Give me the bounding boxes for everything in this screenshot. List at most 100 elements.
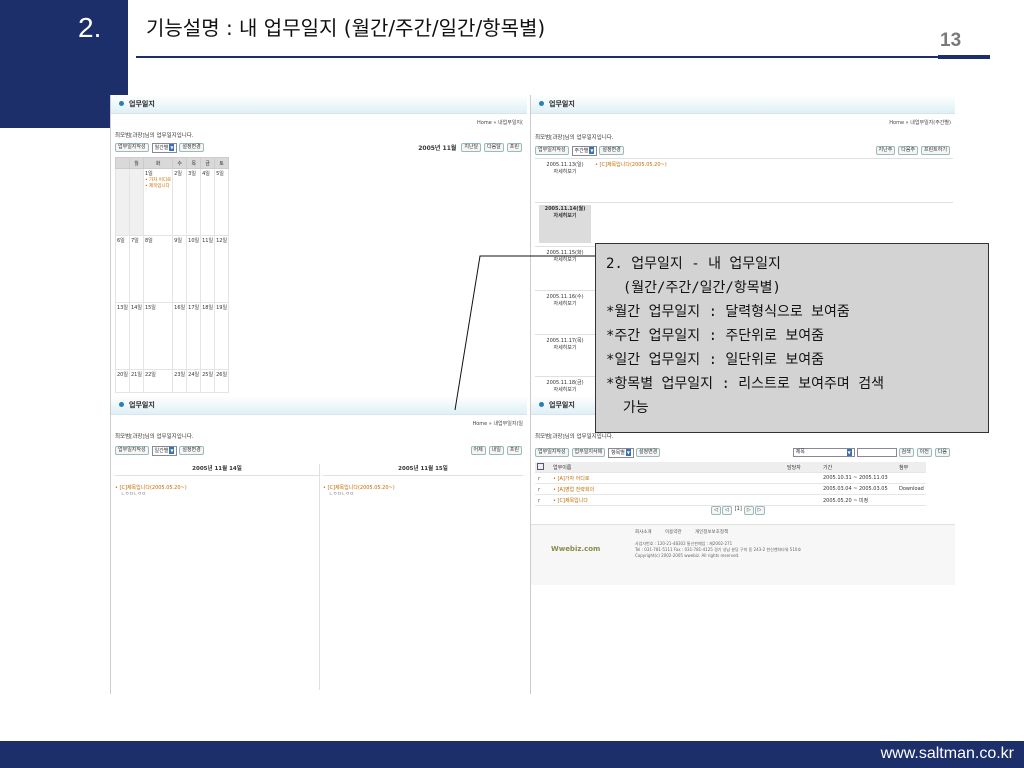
calendar-day <box>128 168 144 236</box>
view-select[interactable]: 항목별 ▼ <box>608 448 634 458</box>
prev-week-button[interactable]: 지난주 <box>875 146 896 155</box>
view-select[interactable]: 주간별 ▼ <box>571 146 598 156</box>
settings-button[interactable]: 설정변경 <box>599 146 624 155</box>
calendar-day[interactable]: 13일 <box>115 302 130 370</box>
calendar-day[interactable]: 3일 <box>186 168 202 236</box>
print-button[interactable]: 프린 <box>506 446 522 455</box>
item-name[interactable]: • [A]가자 어디로 <box>551 472 785 484</box>
item-attachment[interactable]: Download <box>897 483 926 495</box>
calendar-day[interactable]: 18일 <box>200 302 216 370</box>
print-button[interactable]: 프린트하기 <box>920 146 950 155</box>
prev-day-button[interactable]: 어제 <box>470 446 486 455</box>
greeting: 최모범[과장]님의 업무일지입니다. <box>535 434 614 440</box>
item-name[interactable]: • [C]제목입니다 <box>551 494 785 506</box>
settings-button[interactable]: 설정변경 <box>635 448 661 457</box>
calendar-day[interactable]: 20일 <box>115 369 130 393</box>
row-checkbox[interactable]: ┌ <box>535 483 551 495</box>
item-name[interactable]: • [A]영업 전략회의 <box>551 483 785 495</box>
week-day-label[interactable]: 2005.11.17(목) 자세히보기 <box>539 337 591 351</box>
column-header: 첨부 <box>897 462 926 473</box>
callout-line: *항목별 업무일지 : 리스트로 보여주며 검색 <box>606 376 884 392</box>
print-button[interactable]: 프린 <box>506 143 522 152</box>
calendar-day[interactable]: 5일 <box>214 168 230 236</box>
view-select[interactable]: 일간별 ▼ <box>151 446 178 456</box>
calendar-day[interactable]: 15일 <box>142 302 174 370</box>
footer-link[interactable]: 이용약관 <box>665 530 682 535</box>
calendar-day[interactable]: 17일 <box>186 302 202 370</box>
first-page-button[interactable]: ◁ <box>711 506 721 515</box>
callout-line: *월간 업무일지 : 달력형식으로 보여줌 <box>606 304 850 320</box>
week-entry[interactable]: • [C]제목입니다(2005.05.20~) <box>595 161 667 168</box>
calendar-event[interactable]: • 제목입니다 <box>145 184 170 189</box>
calendar-day[interactable]: 7일 <box>128 235 144 303</box>
calendar-day[interactable]: 6일 <box>115 235 130 303</box>
calendar-day[interactable]: 9일 <box>172 235 188 303</box>
search-field-select[interactable]: 제목 ▼ <box>792 448 855 457</box>
calendar-day[interactable]: 23일 <box>172 369 188 393</box>
calendar-day[interactable]: 1일 • 가자 어디로 • 제목입니다 <box>142 168 174 236</box>
calendar-day[interactable]: 22일 <box>142 369 174 393</box>
calendar-day[interactable]: 11일 <box>200 235 216 303</box>
week-day-label[interactable]: 2005.11.13(일) 자세히보기 <box>539 161 591 175</box>
row-checkbox[interactable]: ┌ <box>535 494 551 506</box>
item-attachment[interactable] <box>897 494 926 506</box>
weekday-header: 목 <box>186 157 202 169</box>
prev-page-button[interactable]: ◁ <box>721 506 732 515</box>
next-button[interactable]: 다음 <box>934 448 950 457</box>
toolbar: 업무일지작성 월간별 ▼ 설정변경 2005년 11월 지난달 다음달 프린 <box>115 143 523 153</box>
write-log-button[interactable]: 업무일지작성 <box>115 143 149 152</box>
settings-button[interactable]: 설정변경 <box>179 446 204 455</box>
footer-url[interactable]: www.saltman.co.kr <box>881 745 1014 763</box>
footer-link[interactable]: 개인정보보호정책 <box>695 530 728 535</box>
breadcrumb: Home » 내업무일지(일 <box>472 421 523 427</box>
view-select[interactable]: 월간별 ▼ <box>151 143 178 153</box>
panel-title: 업무일지 <box>549 401 575 409</box>
prev-month-button[interactable]: 지난달 <box>461 143 482 152</box>
item-period: 2005.05.20 ~ 미정 <box>821 494 897 506</box>
write-log-button[interactable]: 업무일지작성 <box>535 146 569 155</box>
calendar-day[interactable]: 14일 <box>128 302 144 370</box>
description-callout: 2. 업무일지 - 내 업무일지 (월간/주간/일간/항목별) *월간 업무일지… <box>595 243 989 433</box>
write-log-button[interactable]: 업무일지작성 <box>115 446 149 455</box>
next-page-button[interactable]: ▷ <box>743 506 754 515</box>
calendar-day[interactable]: 4일 <box>200 168 216 236</box>
slide-footer: www.saltman.co.kr <box>0 741 1024 768</box>
calendar-day[interactable]: 10일 <box>186 235 202 303</box>
current-page[interactable]: [1] <box>735 506 742 512</box>
calendar-day[interactable]: 8일 <box>142 235 174 303</box>
calendar-day[interactable]: 25일 <box>200 369 216 393</box>
calendar-day[interactable]: 24일 <box>186 369 202 393</box>
next-week-button[interactable]: 다음주 <box>898 146 919 155</box>
week-day-label[interactable]: 2005.11.15(화) 자세히보기 <box>539 249 591 263</box>
calendar-day[interactable]: 26일 <box>214 369 230 393</box>
next-day-button[interactable]: 내일 <box>488 446 504 455</box>
panel-header: 업무일지 <box>111 95 527 114</box>
checkbox[interactable] <box>537 462 544 470</box>
calendar-day[interactable]: 21일 <box>128 369 144 393</box>
day-entry[interactable]: • [C]제목입니다(2005.05.20~) <box>115 484 319 491</box>
delete-log-button[interactable]: 업무일지삭제 <box>571 448 606 457</box>
write-log-button[interactable]: 업무일지작성 <box>535 448 569 457</box>
prev-button[interactable]: 이전 <box>916 448 932 457</box>
calendar-day[interactable]: 2일 <box>172 168 188 236</box>
week-day-row: 2005.11.13(일) 자세히보기 • [C]제목입니다(2005.05.20… <box>535 158 953 203</box>
day-entry[interactable]: • [C]제목입니다(2005.05.20~) <box>323 484 523 491</box>
item-list-panel: 업무일지 최모범[과장]님의 업무일지입니다. 업무일지작성 업무일지삭제 항목… <box>530 396 955 694</box>
calendar-day[interactable]: 19일 <box>214 302 230 370</box>
week-day-label[interactable]: 2005.11.14(월) 자세히보기 <box>539 205 591 243</box>
week-day-label[interactable]: 2005.11.18(금) 자세히보기 <box>539 379 591 393</box>
settings-button[interactable]: 설정변경 <box>179 143 204 152</box>
weekday-header: 토 <box>214 157 230 169</box>
row-checkbox[interactable]: ┌ <box>535 472 551 484</box>
search-input[interactable] <box>856 448 897 457</box>
footer-link[interactable]: 회사소개 <box>635 530 652 535</box>
calendar-header-row: 월 화 수 목 금 토 <box>115 157 230 169</box>
week-day-label[interactable]: 2005.11.16(수) 자세히보기 <box>539 293 591 307</box>
calendar-event[interactable]: • 가자 어디로 <box>145 178 171 183</box>
calendar-day[interactable]: 12일 <box>214 235 230 303</box>
item-attachment[interactable] <box>897 472 926 484</box>
next-month-button[interactable]: 다음달 <box>484 143 504 152</box>
last-page-button[interactable]: ▷ <box>754 506 765 515</box>
calendar-day[interactable]: 16일 <box>172 302 188 370</box>
search-button[interactable]: 검색 <box>898 448 914 457</box>
